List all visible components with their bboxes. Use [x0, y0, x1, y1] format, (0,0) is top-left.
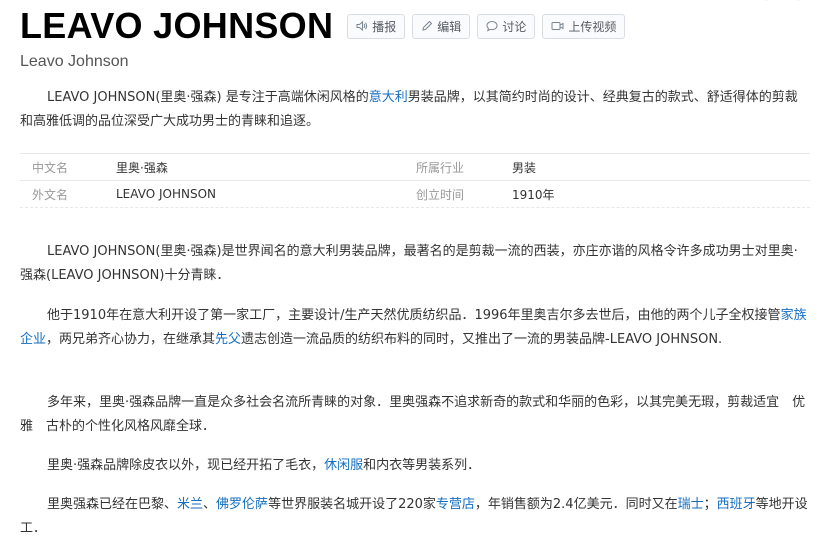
info-label-industry: 所属行业: [416, 160, 465, 175]
body-paragraph-1: LEAVO JOHNSON(里奥·强森)是世界闻名的意大利男装品牌，最著名的是剪…: [20, 240, 810, 288]
body-text: 他于1910年在意大利开设了第一家工厂，主要设计/生产天然优质纺织品．1996年…: [47, 308, 781, 323]
body-text: 多年来，里奥·强森品牌一直是众多社会名流所青睐的对象．里奥强森不追求新奇的款式和…: [20, 395, 806, 434]
link-switzerland[interactable]: 瑞士: [678, 497, 704, 512]
upload-video-label: 上传视频: [568, 19, 617, 34]
edit-label: 编辑: [437, 19, 462, 34]
broadcast-label: 播报: [372, 19, 397, 34]
summary-text-1: LEAVO JOHNSON(里奥·强森) 是专注于高端休闲风格的: [47, 90, 369, 105]
pencil-icon: [422, 20, 433, 31]
info-value-chinese-name: 里奥·强森: [116, 160, 168, 175]
info-value-founded: 1910年: [512, 187, 555, 202]
link-florence[interactable]: 佛罗伦萨: [216, 497, 268, 512]
body-text: 和内衣等男装系列．: [363, 458, 481, 473]
broadcast-button[interactable]: 播报: [347, 13, 406, 39]
body-paragraph-4: 里奥·强森品牌除皮衣以外，现已经开拓了毛衣，休闲服和内衣等男装系列．: [20, 454, 810, 478]
discuss-label: 讨论: [502, 19, 527, 34]
upload-video-button[interactable]: 上传视频: [542, 13, 626, 39]
body-text: ，年销售额为2.4亿美元．同时又在: [474, 497, 678, 512]
speaker-icon: [356, 20, 368, 32]
basic-info-table: 中文名 里奥·强森 所属行业 男装 外文名 LEAVO JOHNSON 创立时间…: [20, 153, 810, 208]
info-label-chinese-name: 中文名: [32, 160, 69, 175]
info-row: 外文名 LEAVO JOHNSON 创立时间 1910年: [20, 180, 810, 208]
link-late-father[interactable]: 先父: [215, 332, 241, 347]
body-paragraph-3: 多年来，里奥·强森品牌一直是众多社会名流所青睐的对象．里奥强森不追求新奇的款式和…: [20, 391, 810, 439]
video-camera-icon: [551, 22, 564, 30]
title-row: LEAVO JOHNSON 播报 编辑 讨论 上传视频: [20, 5, 626, 46]
edit-button[interactable]: 编辑: [412, 13, 471, 39]
body-text: LEAVO JOHNSON(里奥·强森)是世界闻名的意大利男装品牌，最著名的是剪…: [20, 244, 798, 283]
info-label-foreign-name: 外文名: [32, 187, 69, 202]
body-text: ，两兄弟齐心协力，在继承其: [46, 332, 216, 347]
top-toolbar: [764, 0, 808, 2]
body-text: 里奥强森已经在巴黎、: [47, 497, 178, 512]
share-icon[interactable]: [764, 0, 776, 2]
link-specialty-store[interactable]: 专营店: [436, 497, 475, 512]
info-label-founded: 创立时间: [416, 187, 465, 202]
page-subtitle: Leavo Johnson: [20, 53, 129, 70]
info-value-foreign-name: LEAVO JOHNSON: [116, 187, 216, 201]
info-row: 中文名 里奥·强森 所属行业 男装: [20, 153, 810, 180]
info-value-industry: 男装: [512, 160, 537, 175]
body-text: 等世界服装名城开设了220家: [268, 497, 436, 512]
body-text: 、: [203, 497, 217, 512]
body-text: ；: [703, 497, 717, 512]
body-paragraph-2: 他于1910年在意大利开设了第一家工厂，主要设计/生产天然优质纺织品．1996年…: [20, 304, 810, 352]
page-title: LEAVO JOHNSON: [20, 5, 334, 46]
link-italy[interactable]: 意大利: [369, 90, 408, 105]
link-casual-wear[interactable]: 休闲服: [324, 458, 363, 473]
discuss-button[interactable]: 讨论: [477, 13, 536, 39]
body-text: 遗志创造一流品质的纺织布料的同时，又推出了一流的男装品牌-LEAVO JOHNS…: [241, 332, 723, 347]
collect-icon[interactable]: [796, 0, 808, 2]
link-milan[interactable]: 米兰: [177, 497, 203, 512]
chat-bubble-icon: [486, 20, 498, 32]
body-paragraph-5: 里奥强森已经在巴黎、米兰、佛罗伦萨等世界服装名城开设了220家专营店，年销售额为…: [20, 493, 810, 541]
title-actions: 播报 编辑 讨论 上传视频: [347, 13, 626, 39]
body-text: 里奥·强森品牌除皮衣以外，现已经开拓了毛衣，: [47, 458, 325, 473]
link-spain[interactable]: 西班牙: [717, 497, 756, 512]
baike-entry-page: LEAVO JOHNSON 播报 编辑 讨论 上传视频 Leavo Johnso…: [0, 0, 822, 541]
summary-paragraph: LEAVO JOHNSON(里奥·强森) 是专注于高端休闲风格的意大利男装品牌，…: [20, 86, 810, 134]
